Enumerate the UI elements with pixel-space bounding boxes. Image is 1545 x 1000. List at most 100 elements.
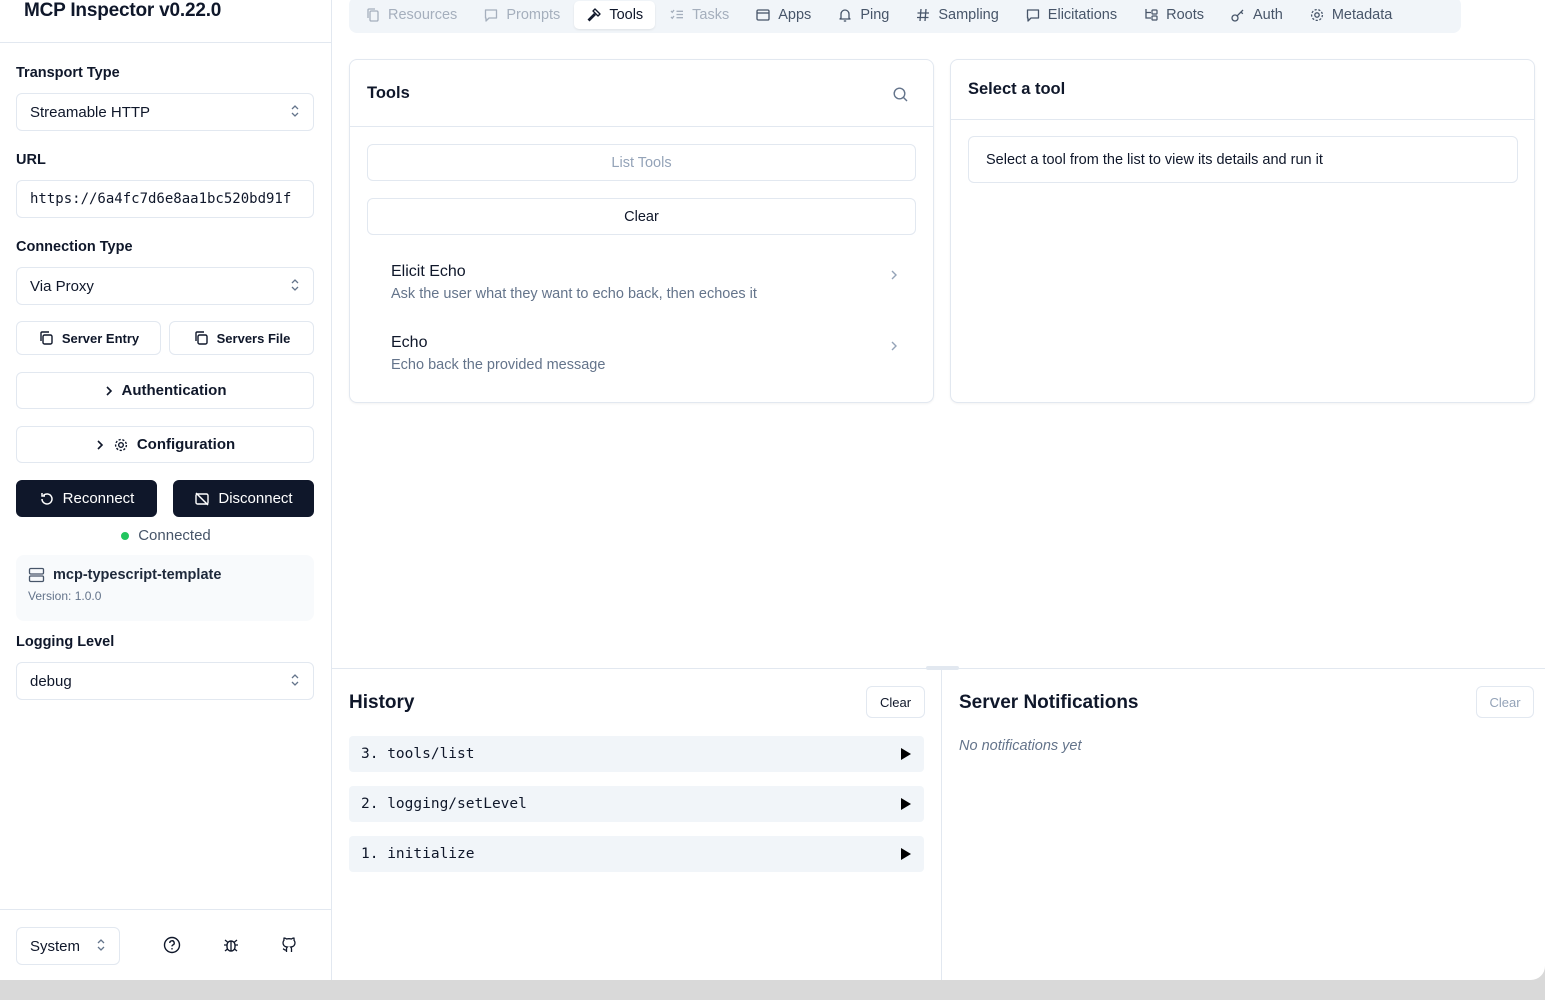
- server-entry-button[interactable]: Server Entry: [16, 321, 161, 355]
- server-entry-label: Server Entry: [61, 330, 140, 346]
- server-version: Version: 1.0.0: [28, 589, 102, 603]
- tab-auth[interactable]: Auth: [1218, 1, 1295, 29]
- logging-level-select[interactable]: debug: [16, 662, 314, 700]
- tab-label: Roots: [1166, 7, 1204, 23]
- bug-icon[interactable]: [220, 934, 242, 956]
- tools-panel: Tools List Tools Clear Elicit Echo Ask t…: [349, 59, 934, 403]
- tools-panel-divider: [350, 126, 933, 127]
- tab-label: Prompts: [506, 7, 561, 23]
- tab-metadata[interactable]: Metadata: [1297, 1, 1404, 29]
- tab-resources[interactable]: Resources: [353, 1, 469, 29]
- tab-label: Tools: [609, 7, 644, 23]
- clear-history-label: Clear: [879, 694, 912, 710]
- transport-type-select[interactable]: Streamable HTTP: [16, 93, 314, 131]
- bell-icon: [839, 9, 851, 22]
- tab-elicitations[interactable]: Elicitations: [1013, 1, 1129, 29]
- server-icon: [28, 567, 45, 583]
- chevron-right-icon: [97, 439, 103, 450]
- history-item-label: 3. tools/list: [361, 746, 475, 762]
- message-icon: [485, 9, 498, 22]
- unplug-icon: [195, 491, 210, 506]
- url-label: URL: [16, 152, 46, 168]
- tool-description: Ask the user what they want to echo back…: [391, 286, 757, 302]
- play-icon: [901, 748, 911, 760]
- resize-handle[interactable]: [926, 666, 959, 670]
- play-icon: [901, 798, 911, 810]
- disconnect-label: Disconnect: [218, 490, 293, 507]
- sidebar: MCP Inspector v0.22.0 Transport Type Str…: [0, 0, 332, 980]
- disconnect-button[interactable]: Disconnect: [173, 480, 314, 517]
- history-item[interactable]: 1. initialize: [349, 836, 924, 872]
- search-icon[interactable]: [889, 83, 911, 105]
- clear-notifications-button[interactable]: Clear: [1476, 686, 1534, 718]
- connection-status: Connected: [0, 527, 332, 544]
- chevrons-up-down-icon: [291, 105, 299, 117]
- clear-notifications-label: Clear: [1489, 694, 1521, 710]
- history-item-label: 1. initialize: [361, 846, 475, 862]
- history-item[interactable]: 2. logging/setLevel: [349, 786, 924, 822]
- tool-detail-divider: [951, 119, 1534, 120]
- connection-status-text: Connected: [138, 527, 211, 544]
- tools-panel-title: Tools: [367, 84, 410, 102]
- tool-description: Echo back the provided message: [391, 357, 606, 373]
- authentication-toggle[interactable]: Authentication: [16, 372, 314, 409]
- list-tools-label: List Tools: [611, 154, 672, 171]
- clear-tools-label: Clear: [624, 208, 659, 225]
- tab-sampling[interactable]: Sampling: [903, 1, 1010, 29]
- chevrons-up-down-icon: [291, 279, 299, 291]
- hash-icon: [917, 8, 930, 22]
- servers-file-button[interactable]: Servers File: [169, 321, 314, 355]
- tab-tools[interactable]: Tools: [574, 1, 656, 29]
- list-checks-icon: [670, 9, 684, 20]
- history-item[interactable]: 3. tools/list: [349, 736, 924, 772]
- rotate-ccw-icon: [40, 492, 53, 505]
- tab-label: Resources: [388, 7, 458, 23]
- list-tools-button[interactable]: List Tools: [367, 144, 916, 181]
- url-input[interactable]: https://6a4fc7d6e8aa1bc520bd91f: [16, 180, 314, 218]
- github-icon[interactable]: [278, 934, 300, 956]
- tab-label: Ping: [860, 7, 890, 23]
- transport-type-label: Transport Type: [16, 65, 120, 81]
- logging-level-label: Logging Level: [16, 634, 115, 650]
- tool-item-elicit-echo[interactable]: Elicit Echo Ask the user what they want …: [391, 263, 899, 302]
- authentication-label: Authentication: [121, 382, 227, 399]
- status-dot-icon: [121, 531, 130, 540]
- chevrons-up-down-icon: [97, 939, 105, 951]
- copy-icon: [194, 331, 208, 345]
- theme-select[interactable]: System: [16, 927, 120, 965]
- server-name: mcp-typescript-template: [53, 567, 222, 583]
- servers-file-label: Servers File: [216, 330, 291, 346]
- tab-ping[interactable]: Ping: [825, 1, 901, 29]
- tool-name: Elicit Echo: [391, 263, 466, 280]
- configuration-label: Configuration: [136, 436, 236, 453]
- clear-history-button[interactable]: Clear: [866, 686, 925, 718]
- bottom-vertical-divider: [941, 669, 942, 980]
- tool-detail-panel: Select a tool Select a tool from the lis…: [950, 59, 1535, 403]
- reconnect-button[interactable]: Reconnect: [16, 480, 157, 517]
- message-icon: [1026, 9, 1039, 22]
- key-icon: [1231, 9, 1244, 22]
- server-info-card: mcp-typescript-template Version: 1.0.0: [16, 555, 314, 621]
- connection-type-select[interactable]: Via Proxy: [16, 267, 314, 305]
- hammer-icon: [587, 8, 602, 22]
- app-title: MCP Inspector v0.22.0: [24, 0, 222, 21]
- help-icon[interactable]: [161, 934, 183, 956]
- tab-tasks[interactable]: Tasks: [657, 1, 741, 29]
- chevron-right-icon: [105, 385, 112, 396]
- tab-apps[interactable]: Apps: [743, 1, 823, 29]
- tab-roots[interactable]: Roots: [1131, 1, 1216, 29]
- main-tabs: Resources Prompts Tools Tasks Apps Ping Sampli…: [349, 0, 1461, 33]
- sidebar-header: MCP Inspector v0.22.0: [0, 0, 331, 43]
- tab-label: Sampling: [938, 7, 999, 23]
- tab-label: Elicitations: [1047, 7, 1118, 23]
- gear-icon: [1310, 8, 1323, 22]
- folder-tree-icon: [1145, 9, 1158, 21]
- tab-label: Metadata: [1331, 7, 1393, 23]
- tool-item-echo[interactable]: Echo Echo back the provided message: [391, 334, 899, 373]
- configuration-toggle[interactable]: Configuration: [16, 426, 314, 463]
- theme-value: System: [30, 937, 81, 955]
- tab-prompts[interactable]: Prompts: [471, 1, 572, 29]
- tab-label: Auth: [1253, 7, 1283, 23]
- clear-tools-button[interactable]: Clear: [367, 198, 916, 235]
- logging-level-value: debug: [30, 672, 72, 690]
